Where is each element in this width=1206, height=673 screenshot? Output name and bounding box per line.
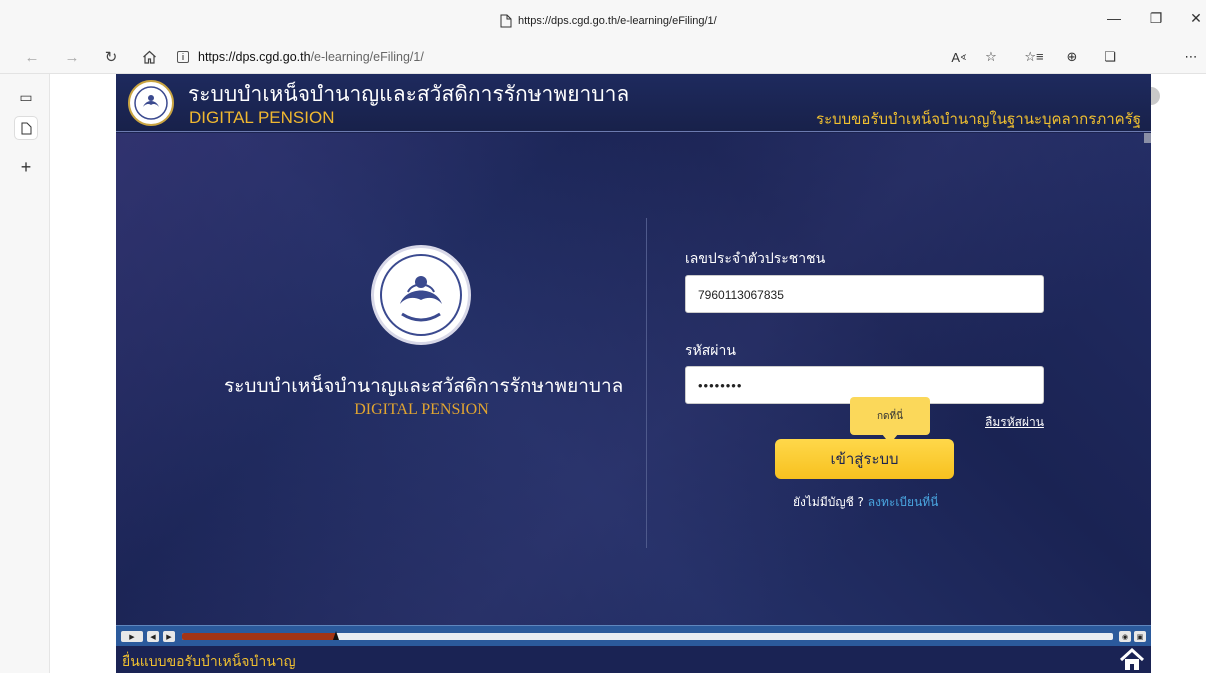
system-title: ระบบบำเหน็จบำนาญและสวัสดิการรักษาพยาบาล <box>224 375 624 397</box>
favorites-icon[interactable]: ☆≡ <box>1023 47 1045 67</box>
collections-icon[interactable]: ⊕ <box>1061 47 1083 67</box>
system-subtitle: DIGITAL PENSION <box>354 401 489 418</box>
new-tab-icon[interactable]: + <box>15 156 37 178</box>
scrollbar[interactable] <box>1144 133 1151 143</box>
window-title-bar: https://dps.cgd.go.th/e-learning/eFiling… <box>0 0 1206 40</box>
vertical-tabs: ▭ + <box>0 74 50 673</box>
footer-title: ยื่นแบบขอรับบำเหน็จบำนาญ <box>122 654 296 670</box>
volume-icon[interactable]: ◉ <box>1119 631 1131 642</box>
register-prompt: ยังไม่มีบัญชี ? ลงทะเบียนที่นี่ <box>793 493 938 512</box>
url-path: /e-learning/eFiling/1/ <box>310 50 424 64</box>
forgot-password-link[interactable]: ลืมรหัสผ่าน <box>985 413 1044 432</box>
cgd-logo <box>128 80 174 126</box>
fullscreen-icon[interactable]: ▣ <box>1134 631 1146 642</box>
site-subtitle: DIGITAL PENSION <box>189 108 335 127</box>
add-favorite-icon[interactable]: ☆ <box>980 47 1002 67</box>
refresh-icon[interactable]: ↻ <box>101 47 121 67</box>
minimize-icon[interactable]: — <box>1104 10 1124 26</box>
tab-actions-icon[interactable]: ▭ <box>15 86 37 108</box>
password-label: รหัสผ่าน <box>685 343 736 359</box>
progress-marker[interactable] <box>332 631 339 640</box>
id-label: เลขประจำตัวประชาชน <box>685 251 826 267</box>
id-input[interactable]: 7960113067835 <box>685 275 1044 313</box>
play-icon[interactable]: ▶ <box>121 631 143 642</box>
more-icon[interactable]: ⋯ <box>1180 47 1202 67</box>
info-icon[interactable] <box>176 50 190 64</box>
back-icon[interactable]: ← <box>22 47 42 67</box>
window-title-text: https://dps.cgd.go.th/e-learning/eFiling… <box>518 15 717 27</box>
panel-divider <box>646 218 647 548</box>
page-icon[interactable] <box>15 117 37 139</box>
site-title: ระบบบำเหน็จบำนาญและสวัสดิการรักษาพยาบาล <box>188 82 630 106</box>
window-title: https://dps.cgd.go.th/e-learning/eFiling… <box>500 14 717 28</box>
previous-icon[interactable]: ◀ <box>147 631 159 642</box>
progress-track[interactable] <box>182 631 1113 640</box>
next-icon[interactable]: ▶ <box>163 631 175 642</box>
url-host: https://dps.cgd.go.th <box>198 50 311 64</box>
browser-toolbar: ← → ↻ https://dps.cgd.go.th/e-learning/e… <box>0 40 1206 105</box>
no-account-text: ยังไม่มีบัญชี ? <box>793 495 864 509</box>
site-header: ระบบบำเหน็จบำนาญและสวัสดิการรักษาพยาบาล … <box>116 74 1151 132</box>
player-controls: ▶ ◀ ▶ ◉ ▣ <box>116 625 1151 646</box>
site-tagline: ระบบขอรับบำเหน็จบำนาญในฐานะบุคลากรภาครัฐ <box>816 110 1141 128</box>
home-nav-icon[interactable] <box>1119 648 1145 672</box>
restore-icon[interactable]: ❐ <box>1146 10 1166 27</box>
address-bar[interactable]: https://dps.cgd.go.th/e-learning/eFiling… <box>176 44 946 70</box>
progress-fill <box>182 633 336 640</box>
web-page: ระบบบำเหน็จบำนาญและสวัสดิการรักษาพยาบาล … <box>116 74 1151 673</box>
login-panel: ระบบบำเหน็จบำนาญและสวัสดิการรักษาพยาบาล … <box>116 133 1151 625</box>
extensions-icon[interactable]: ❏ <box>1099 47 1121 67</box>
register-link[interactable]: ลงทะเบียนที่นี่ <box>868 495 939 509</box>
cgd-emblem <box>371 245 471 345</box>
home-icon[interactable] <box>139 47 159 67</box>
click-here-tooltip: กดที่นี่ <box>850 397 930 435</box>
forward-icon[interactable]: → <box>62 47 82 67</box>
player-footer: ยื่นแบบขอรับบำเหน็จบำนาญ <box>116 646 1151 673</box>
close-icon[interactable]: ✕ <box>1186 10 1206 27</box>
login-button[interactable]: เข้าสู่ระบบ <box>775 439 954 479</box>
read-aloud-icon[interactable]: A ∢ <box>948 47 970 67</box>
page-icon <box>500 14 512 28</box>
